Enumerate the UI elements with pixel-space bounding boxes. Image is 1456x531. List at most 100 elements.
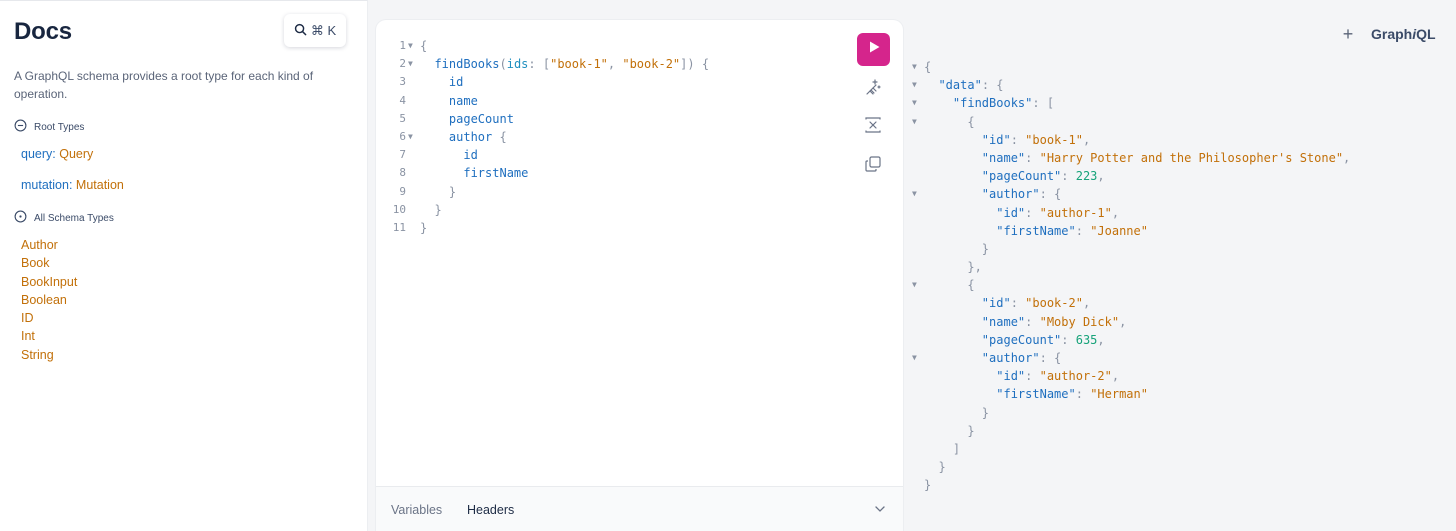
code-line[interactable]: 3 id	[376, 73, 709, 91]
schema-type-item[interactable]: ID	[21, 309, 77, 327]
fold-arrow-icon[interactable]: ▼	[912, 76, 924, 94]
fold-arrow-icon[interactable]: ▼	[406, 55, 420, 73]
result-text: },	[924, 258, 981, 276]
code-token: ,	[1119, 314, 1127, 329]
root-field-name[interactable]: query	[21, 147, 52, 161]
fold-arrow-icon	[406, 146, 420, 164]
fold-arrow-icon	[912, 367, 924, 385]
result-line: ▼{	[912, 58, 1350, 76]
code-line[interactable]: 10 }	[376, 201, 709, 219]
fold-arrow-icon[interactable]: ▼	[912, 185, 924, 203]
code-token: }	[938, 460, 946, 475]
new-tab-button[interactable]: +	[1340, 24, 1356, 44]
schema-type-item[interactable]: String	[21, 346, 77, 364]
all-schema-types-heading[interactable]: All Schema Types	[14, 210, 114, 226]
root-field-type[interactable]: Mutation	[76, 178, 124, 192]
root-field-name[interactable]: mutation	[21, 178, 69, 192]
result-line: "name": "Harry Potter and the Philosophe…	[912, 149, 1350, 167]
line-number: 9	[399, 184, 406, 198]
fold-arrow-icon	[406, 110, 420, 128]
fold-arrow-icon	[406, 183, 420, 201]
schema-type-item[interactable]: Int	[21, 327, 77, 345]
search-button[interactable]: ⌘ K	[284, 14, 346, 47]
tab-headers[interactable]: Headers	[467, 503, 514, 517]
code-token: ,	[1343, 150, 1351, 165]
fold-arrow-icon[interactable]: ▼	[912, 58, 924, 76]
code-line[interactable]: 11}	[376, 219, 709, 237]
code-token: ,	[1111, 369, 1120, 384]
fold-arrow-icon[interactable]: ▼	[912, 276, 924, 294]
code-token: }	[924, 478, 932, 493]
code-token: }	[981, 405, 990, 420]
fold-arrow-icon[interactable]: ▼	[912, 113, 924, 131]
tab-variables[interactable]: Variables	[391, 503, 442, 517]
code-text: pageCount	[420, 110, 514, 128]
code-token: "id"	[981, 132, 1011, 147]
prettify-button[interactable]	[863, 78, 883, 99]
result-line: "id": "book-2",	[912, 294, 1350, 312]
code-token: : {	[1039, 187, 1062, 202]
copy-query-button[interactable]	[863, 155, 883, 176]
code-line[interactable]: 2 ▼ findBooks(ids: ["book-1", "book-2"]) …	[376, 55, 709, 73]
fold-arrow-icon	[406, 201, 420, 219]
code-token: }	[420, 220, 428, 235]
code-token: "author-1"	[1039, 205, 1112, 220]
code-token: :	[1010, 132, 1026, 147]
fold-arrow-icon[interactable]: ▼	[912, 94, 924, 112]
result-text: }	[924, 476, 931, 494]
code-token: name	[448, 93, 478, 108]
fold-arrow-icon	[912, 476, 924, 494]
fold-arrow-icon	[406, 92, 420, 110]
code-token: ,	[1082, 296, 1091, 311]
root-field-query[interactable]: query: Query	[21, 147, 93, 161]
code-token: :	[1025, 369, 1040, 384]
code-text: }	[420, 219, 427, 237]
fold-arrow-icon[interactable]: ▼	[406, 128, 420, 146]
fold-arrow-icon[interactable]: ▼	[406, 37, 420, 55]
docs-title: Docs	[14, 18, 72, 45]
code-token: ids	[506, 57, 529, 72]
root-field-type[interactable]: Query	[59, 147, 93, 161]
result-text: {	[924, 276, 975, 294]
code-line[interactable]: 4 name	[376, 92, 709, 110]
query-editor[interactable]: 1 ▼{2 ▼ findBooks(ids: ["book-1", "book-2"…	[376, 37, 709, 237]
code-token: {	[967, 278, 975, 293]
schema-type-item[interactable]: Author	[21, 236, 77, 254]
fold-arrow-icon	[912, 294, 924, 312]
schema-type-item[interactable]: Book	[21, 254, 77, 272]
chevron-down-icon[interactable]	[873, 502, 887, 516]
fold-arrow-icon[interactable]: ▼	[912, 349, 924, 367]
result-line: "id": "book-1",	[912, 131, 1350, 149]
schema-type-item[interactable]: Boolean	[21, 291, 77, 309]
code-token: "book-1"	[1025, 132, 1083, 147]
code-line[interactable]: 7 id	[376, 146, 709, 164]
code-line[interactable]: 6 ▼ author {	[376, 128, 709, 146]
expand-circle-icon	[14, 210, 27, 226]
result-text: "pageCount": 223,	[924, 167, 1105, 185]
code-line[interactable]: 5 pageCount	[376, 110, 709, 128]
code-token: id	[463, 148, 478, 163]
line-number: 10	[392, 202, 406, 216]
run-query-button[interactable]	[857, 33, 890, 66]
root-types-heading[interactable]: Root Types	[14, 119, 84, 135]
code-line[interactable]: 8 firstName	[376, 164, 709, 182]
line-number: 6	[399, 129, 406, 143]
root-field-mutation[interactable]: mutation: Mutation	[21, 178, 124, 192]
schema-type-item[interactable]: BookInput	[21, 273, 77, 291]
code-text: {	[420, 37, 427, 55]
line-number: 8	[399, 166, 406, 180]
code-line[interactable]: 9 }	[376, 183, 709, 201]
code-token: findBooks	[434, 57, 500, 72]
merge-fragments-button[interactable]	[863, 116, 883, 137]
result-text: "name": "Harry Potter and the Philosophe…	[924, 149, 1350, 167]
code-token: : {	[1039, 351, 1062, 365]
code-line[interactable]: 1 ▼{	[376, 37, 709, 55]
graphiql-logo: GraphiQL	[1371, 26, 1436, 42]
code-token: "findBooks"	[952, 96, 1033, 111]
result-text: }	[924, 422, 974, 440]
